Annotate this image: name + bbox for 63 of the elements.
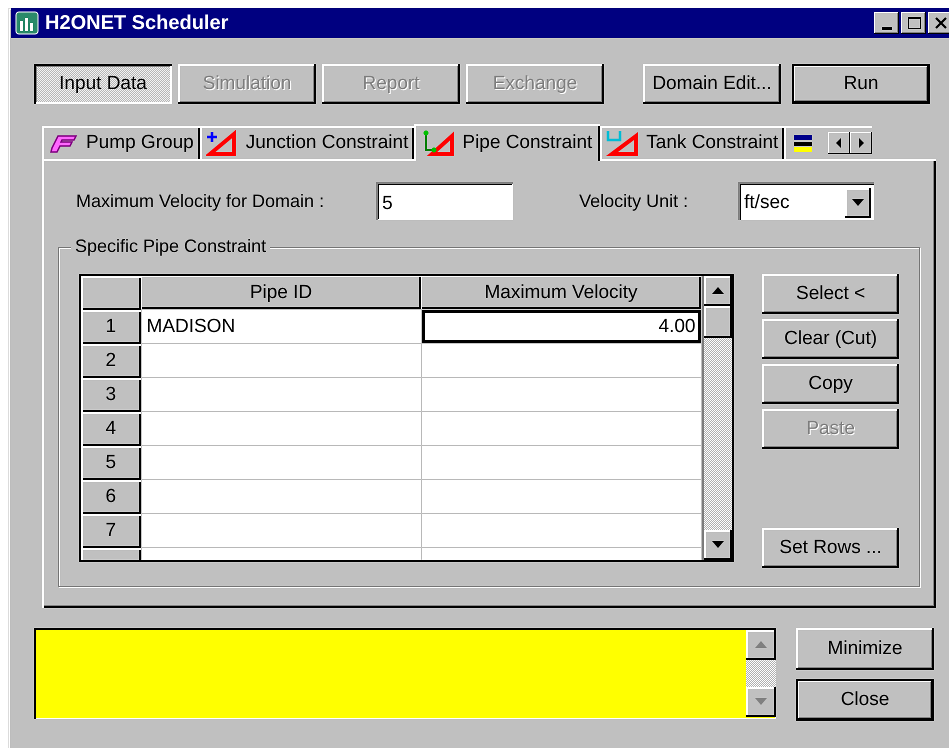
side-button[interactable]: Clear (Cut) <box>762 319 899 359</box>
field-label: Velocity Unit : <box>579 190 688 212</box>
minimize-button[interactable] <box>874 12 899 34</box>
table-cell[interactable] <box>421 514 701 548</box>
side-button[interactable]: Set Rows ... <box>762 528 899 568</box>
scroll-down-icon <box>755 698 767 706</box>
column-header[interactable]: Pipe ID <box>141 276 421 310</box>
close-icon <box>934 16 948 30</box>
scroll-up-icon <box>755 641 767 649</box>
table-cell[interactable] <box>421 378 701 412</box>
close-button[interactable] <box>928 12 949 34</box>
row-header[interactable]: 6 <box>81 480 141 514</box>
side-button[interactable]: Copy <box>762 364 899 404</box>
row-header[interactable]: 3 <box>81 378 141 412</box>
dialog-button[interactable]: Close <box>796 679 934 721</box>
column-header[interactable]: Maximum Velocity <box>421 276 701 310</box>
table-cell[interactable] <box>141 378 421 412</box>
row-header[interactable]: 5 <box>81 446 141 480</box>
minimize-icon <box>882 26 892 30</box>
tab-right-button[interactable] <box>850 132 872 154</box>
maximize-icon <box>906 16 920 30</box>
app-icon <box>15 11 39 35</box>
junction-icon <box>206 130 238 156</box>
scroll-thumb[interactable] <box>704 306 732 338</box>
row-header[interactable]: 1 <box>81 310 141 344</box>
action-button[interactable]: Domain Edit... <box>643 64 781 104</box>
window-title: H2ONET Scheduler <box>45 12 230 34</box>
table-cell[interactable] <box>141 480 421 514</box>
tab[interactable]: Tank Constraint <box>600 126 784 159</box>
tab-left-button[interactable] <box>828 132 850 154</box>
field-label: Maximum Velocity for Domain : <box>76 190 324 212</box>
table-cell[interactable] <box>421 480 701 514</box>
group-title: Specific Pipe Constraint <box>71 236 270 257</box>
maximize-button[interactable] <box>901 12 926 34</box>
row-header[interactable]: 2 <box>81 344 141 378</box>
table-cell[interactable]: MADISON <box>141 310 421 344</box>
pipe-icon <box>422 130 454 156</box>
scroll-down-icon <box>712 541 724 549</box>
table-cell[interactable]: 4.00 <box>421 310 701 344</box>
table-cell[interactable] <box>141 344 421 378</box>
dropdown-arrow-icon <box>852 198 864 206</box>
table-cell[interactable] <box>421 412 701 446</box>
row-header[interactable]: 7 <box>81 514 141 548</box>
action-button[interactable]: Run <box>792 64 930 104</box>
mode-button[interactable]: Input Data <box>34 64 172 104</box>
unit-dropdown[interactable]: ft/sec <box>738 182 874 220</box>
tank-icon <box>606 130 638 156</box>
dialog-button[interactable]: Minimize <box>796 628 934 670</box>
corner-header[interactable] <box>81 276 141 310</box>
tab[interactable]: Junction Constraint <box>200 126 414 159</box>
scrollbar[interactable] <box>746 630 776 717</box>
table-cell[interactable] <box>421 446 701 480</box>
table-cell[interactable] <box>141 446 421 480</box>
tab[interactable]: Pump Group <box>42 126 200 159</box>
table-cell[interactable] <box>141 412 421 446</box>
row-header[interactable]: 4 <box>81 412 141 446</box>
side-button[interactable]: Select < <box>762 274 899 314</box>
table-cell[interactable] <box>141 514 421 548</box>
tab[interactable]: Pipe Constraint <box>414 124 600 161</box>
input-field[interactable]: 5 <box>376 182 514 220</box>
scrollbar[interactable] <box>702 276 732 560</box>
scroll-up-icon <box>712 287 724 295</box>
table-cell[interactable] <box>421 344 701 378</box>
